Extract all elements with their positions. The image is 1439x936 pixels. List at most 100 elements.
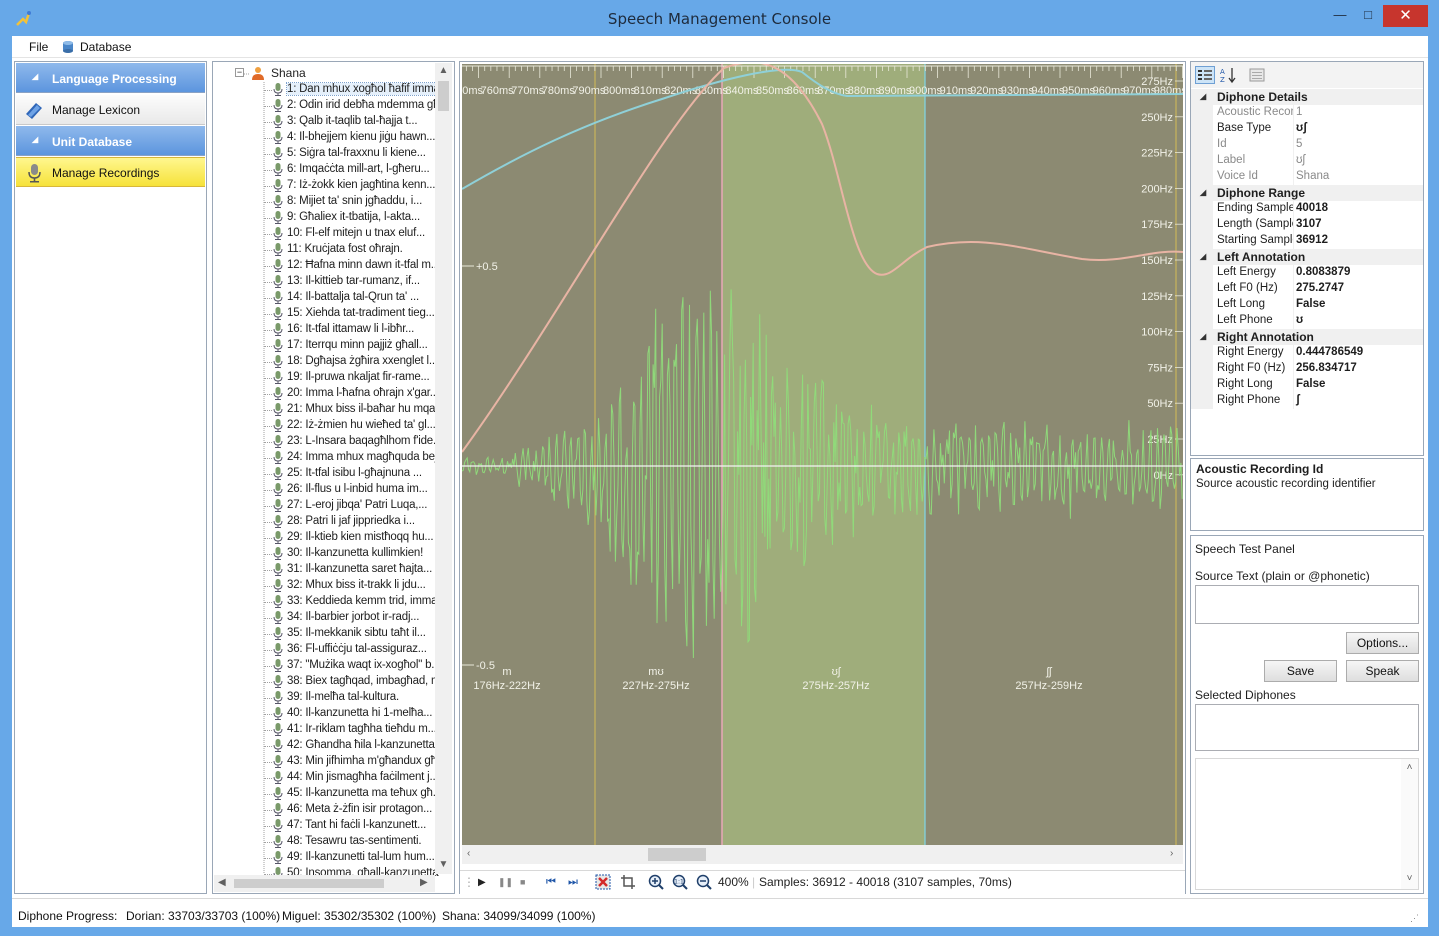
tree-item-recording[interactable]: 30: Il-kanzunetta kullimkien! bbox=[264, 546, 437, 562]
collapse-arrow-icon[interactable]: ◢ bbox=[1200, 188, 1206, 197]
tree-item-recording[interactable]: 1: Dan mhux xogħol ħafif imma bbox=[264, 82, 441, 98]
tree-item-recording[interactable]: 35: Il-mekkanik sibtu taħt il... bbox=[264, 626, 437, 642]
speak-button[interactable]: Speak bbox=[1346, 660, 1419, 682]
tree-item-recording[interactable]: 26: Il-flus u l-inbid huma im... bbox=[264, 482, 437, 498]
tree-item-recording[interactable]: 32: Mhux biss it-trakk li jdu... bbox=[264, 578, 437, 594]
stop-icon[interactable]: ■ bbox=[520, 877, 525, 887]
tree-item-recording[interactable]: 19: Il-pruwa nkaljat fir-rame... bbox=[264, 370, 437, 386]
property-row[interactable]: Length (Sample 3107 bbox=[1191, 217, 1423, 233]
tree-item-recording[interactable]: 15: Xiehda tat-tradiment tieg... bbox=[264, 306, 437, 322]
tree-item-recording[interactable]: 8: Mijiet ta' snin jgħaddu, i... bbox=[264, 194, 437, 210]
property-row[interactable]: Ending Sample 40018 bbox=[1191, 201, 1423, 217]
tree-horizontal-scrollbar[interactable]: ◀ ▶ bbox=[214, 875, 435, 892]
property-row[interactable]: Right F0 (Hz) 256.834717 bbox=[1191, 361, 1423, 377]
skip-end-icon[interactable]: ⏭ bbox=[568, 876, 578, 889]
tree-item-recording[interactable]: 42: Għandha ħila l-kanzunetta bbox=[264, 738, 437, 754]
waveform-canvas[interactable]: 750ms760ms770ms780ms790ms800ms810ms820ms… bbox=[462, 64, 1183, 845]
property-row[interactable]: Id 5 bbox=[1191, 137, 1423, 153]
tree-item-recording[interactable]: 25: It-tfal isibu l-għajnuna ... bbox=[264, 466, 437, 482]
property-row[interactable]: Label ʊʃ bbox=[1191, 153, 1423, 169]
waveform-horizontal-scrollbar[interactable]: ‹ › bbox=[462, 845, 1183, 864]
tree-item-recording[interactable]: 7: Iż-żokk kien jagħtina kenn... bbox=[264, 178, 437, 194]
tree-item-recording[interactable]: 4: Il-bhejjem kienu jiġu hawn... bbox=[264, 130, 437, 146]
tree-item-recording[interactable]: 39: Il-melħa tal-kultura. bbox=[264, 690, 437, 706]
tree-item-recording[interactable]: 23: L-Insara baqagħlhom f'ide. bbox=[264, 434, 437, 450]
scroll-down-icon[interactable]: ▼ bbox=[435, 859, 452, 870]
collapse-arrow-icon[interactable]: ◢ bbox=[1200, 92, 1206, 101]
property-row[interactable]: Left Phone ʊ bbox=[1191, 313, 1423, 329]
zoom-out-icon[interactable] bbox=[696, 874, 712, 890]
sort-alphabetical-icon[interactable]: A Z bbox=[1219, 66, 1239, 84]
property-row[interactable]: Acoustic Recon 1 bbox=[1191, 105, 1423, 121]
options-button[interactable]: Options... bbox=[1346, 632, 1419, 654]
property-row[interactable]: Left F0 (Hz) 275.2747 bbox=[1191, 281, 1423, 297]
tree-item-recording[interactable]: 3: Qalb it-taqlib tal-ħajja t... bbox=[264, 114, 437, 130]
crop-icon[interactable] bbox=[620, 874, 636, 890]
waveform-graph[interactable]: 750ms760ms770ms780ms790ms800ms810ms820ms… bbox=[462, 64, 1183, 845]
property-row[interactable]: Right Energy 0.444786549 bbox=[1191, 345, 1423, 361]
zoom-in-icon[interactable] bbox=[648, 874, 664, 890]
scroll-thumb[interactable] bbox=[648, 848, 706, 861]
nav-item-manage-recordings[interactable]: Manage Recordings bbox=[16, 157, 205, 187]
nav-group-language-processing[interactable]: ◢ Language Processing bbox=[16, 63, 205, 93]
selected-diphones-list[interactable] bbox=[1195, 704, 1419, 751]
tree-item-recording[interactable]: 34: Il-barbier jorbot ir-radj... bbox=[264, 610, 437, 626]
collapse-box-icon[interactable]: − bbox=[235, 68, 244, 77]
tree-item-recording[interactable]: 18: Dgħajsa żgħira xxenglet l... bbox=[264, 354, 438, 370]
log-vertical-scrollbar[interactable]: ˄ ˅ bbox=[1401, 759, 1418, 889]
tree-item-recording[interactable]: 6: Imqaċċta mill-art, l-għeru... bbox=[264, 162, 437, 178]
property-row[interactable]: Voice Id Shana bbox=[1191, 169, 1423, 185]
maximize-button[interactable]: □ bbox=[1354, 4, 1382, 26]
tree-item-recording[interactable]: 29: Il-ktieb kien mistħoqq hu... bbox=[264, 530, 437, 546]
tree-item-recording[interactable]: 48: Tesawru tas-sentimenti. bbox=[264, 834, 437, 850]
play-icon[interactable]: ▶ bbox=[478, 877, 486, 888]
tree-item-recording[interactable]: 41: Ir-riklam tagħha tieħdu m... bbox=[264, 722, 437, 738]
tree-item-recording[interactable]: 20: Imma l-ħafna oħrajn x'gar... bbox=[264, 386, 439, 402]
tree-item-recording[interactable]: 36: Fl-uffiċċju tal-assiguraz... bbox=[264, 642, 437, 658]
tree-item-recording[interactable]: 27: L-eroj jibqa' Patri Luqa,... bbox=[264, 498, 437, 514]
category-diphone-details[interactable]: ◢ Diphone Details bbox=[1191, 89, 1423, 105]
tree-item-recording[interactable]: 14: Il-battalja tal-Qrun ta' ... bbox=[264, 290, 437, 306]
tree-item-recording[interactable]: 24: Imma mhux magħquda bejn bbox=[264, 450, 444, 466]
nav-group-unit-database[interactable]: ◢ Unit Database bbox=[16, 126, 205, 156]
scroll-thumb[interactable] bbox=[234, 879, 384, 888]
skip-start-icon[interactable]: ⏮ bbox=[546, 876, 556, 889]
tree-item-recording[interactable]: 43: Min jifhimha m'għandux għ bbox=[264, 754, 437, 770]
scroll-down-icon[interactable]: ˅ bbox=[1401, 873, 1418, 884]
tree-item-recording[interactable]: 31: Il-kanzunetta saret ħajta... bbox=[264, 562, 437, 578]
categorized-icon[interactable] bbox=[1195, 66, 1215, 84]
property-row[interactable]: Starting Sample 36912 bbox=[1191, 233, 1423, 249]
tree-item-recording[interactable]: 33: Keddieda kemm trid, imma bbox=[264, 594, 438, 610]
scroll-left-icon[interactable]: ‹ bbox=[467, 848, 470, 859]
source-text-input[interactable] bbox=[1195, 585, 1419, 624]
tree-item-recording[interactable]: 46: Meta ż-żfin isir protagon... bbox=[264, 802, 437, 818]
menu-file[interactable]: File bbox=[29, 40, 48, 54]
category-left-annotation[interactable]: ◢ Left Annotation bbox=[1191, 249, 1423, 265]
tree-item-recording[interactable]: 49: Il-kanzunetti tal-lum hum... bbox=[264, 850, 437, 866]
resize-grip-icon[interactable]: ⋰ bbox=[1410, 913, 1419, 924]
save-button[interactable]: Save bbox=[1264, 660, 1337, 682]
scroll-right-icon[interactable]: ▶ bbox=[420, 877, 428, 888]
tree-item-recording[interactable]: 13: Il-kittieb tar-rumanz, if... bbox=[264, 274, 437, 290]
close-button[interactable]: ✕ bbox=[1383, 5, 1428, 27]
scroll-thumb[interactable] bbox=[438, 81, 449, 111]
scroll-right-icon[interactable]: › bbox=[1170, 848, 1173, 859]
tree-item-recording[interactable]: 38: Biex tagħqad, imbagħad, m bbox=[264, 674, 441, 690]
tree-item-recording[interactable]: 45: Il-kanzunetta ma teħux għ. bbox=[264, 786, 437, 802]
scroll-up-icon[interactable]: ˄ bbox=[1401, 762, 1418, 773]
tree-item-recording[interactable]: 37: "Mużika waqt ix-xogħol" b. bbox=[264, 658, 437, 674]
tree-item-recording[interactable]: 44: Min jismagħha faċilment j... bbox=[264, 770, 439, 786]
pause-icon[interactable]: ❚❚ bbox=[498, 877, 513, 888]
tree-item-recording[interactable]: 16: It-tfal ittamaw li l-ibħr... bbox=[264, 322, 437, 338]
collapse-arrow-icon[interactable]: ◢ bbox=[1200, 252, 1206, 261]
property-pages-icon[interactable] bbox=[1249, 67, 1265, 83]
output-log[interactable]: ˄ ˅ bbox=[1195, 758, 1419, 890]
tree-item-recording[interactable]: 12: Ħafna minn dawn it-tfal m... bbox=[264, 258, 440, 274]
tree-item-recording[interactable]: 22: Iż-żmien hu wieħed ta' gl... bbox=[264, 418, 437, 434]
tree-item-recording[interactable]: 28: Patri li jaf jippriedka i... bbox=[264, 514, 437, 530]
zoom-reset-icon[interactable]: 1:1 bbox=[672, 874, 688, 890]
property-row[interactable]: Left Energy 0.8083879 bbox=[1191, 265, 1423, 281]
tree-item-recording[interactable]: 2: Odin irid debħa mdemma għ bbox=[264, 98, 439, 114]
tree-item-recording[interactable]: 11: Kruċjata fost oħrajn. bbox=[264, 242, 437, 258]
tree-item-recording[interactable]: 40: Il-kanzunetta hi 1-melħa... bbox=[264, 706, 437, 722]
